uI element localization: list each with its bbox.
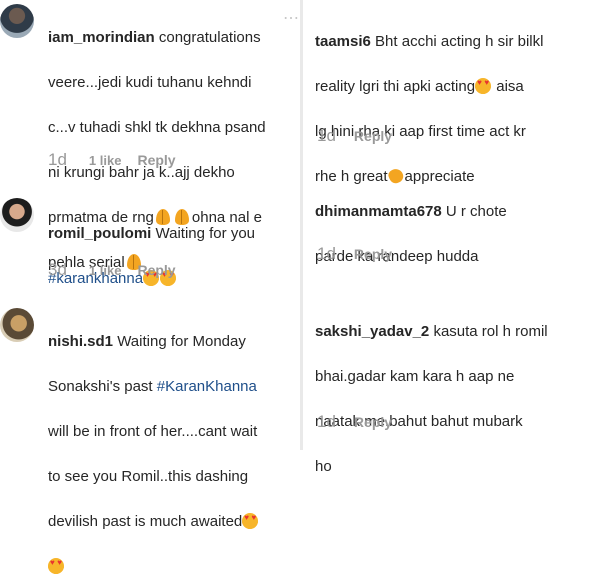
comment-line: Sonakshi's past: [48, 377, 153, 395]
comment-line: Waiting for Monday: [117, 332, 246, 350]
comment-likes[interactable]: 1 like: [89, 153, 122, 168]
comment-text: nishi.sd1 Waiting for Monday Sonakshi's …: [48, 308, 298, 578]
comment-username[interactable]: sakshi_yadav_2: [315, 323, 429, 340]
comment-username[interactable]: dhimanmamta678: [315, 203, 442, 220]
comment-item: taamsi6 Bht acchi acting h sir bilkl rea…: [303, 0, 600, 185]
comment-meta: 3d 1 like Reply: [48, 260, 176, 280]
comment-timestamp: 3d: [48, 260, 67, 279]
heart-eyes-emoji-icon: [475, 77, 492, 94]
comment-line: congratulations: [158, 28, 261, 46]
avatar[interactable]: [0, 308, 34, 342]
heart-eyes-emoji-icon: [242, 512, 259, 529]
comment-line: to see you Romil..this dashing: [48, 467, 249, 485]
reply-button[interactable]: Reply: [354, 128, 392, 144]
comment-item: nishi.sd1 Waiting for Monday Sonakshi's …: [0, 300, 300, 574]
comment-meta: 1d Reply: [317, 412, 392, 432]
comment-timestamp: 1d: [317, 412, 336, 431]
comment-username[interactable]: iam_morindian: [48, 29, 155, 46]
comment-item: romil_poulomi Waiting for you #karankhan…: [0, 190, 300, 290]
comment-timestamp: 1d: [317, 244, 336, 263]
comment-item: sakshi_yadav_2 kasuta rol h romil bhai.g…: [303, 292, 600, 475]
comment-timestamp: 1d: [48, 150, 67, 169]
comment-line: will be in front of her....cant wait: [48, 422, 258, 440]
comment-line: Waiting for you: [155, 224, 256, 242]
right-comment-column: taamsi6 Bht acchi acting h sir bilkl rea…: [303, 0, 600, 475]
reply-button[interactable]: Reply: [137, 262, 175, 278]
comment-username[interactable]: nishi.sd1: [48, 333, 113, 350]
comment-text: sakshi_yadav_2 kasuta rol h romil bhai.g…: [315, 298, 600, 478]
hashtag-link[interactable]: #KaranKhanna: [157, 378, 257, 395]
comment-line: U r chote: [445, 202, 507, 220]
comment-line: veere...jedi kudi tuhanu kehndi: [48, 73, 252, 91]
comment-line: kasuta rol h romil: [433, 322, 548, 340]
comment-text: taamsi6 Bht acchi acting h sir bilkl rea…: [315, 8, 600, 188]
comment-line: aisa: [496, 77, 524, 95]
more-dots-icon[interactable]: ⋯: [283, 8, 300, 28]
avatar[interactable]: [0, 198, 34, 232]
comment-meta: 1d 1 like Reply: [48, 150, 176, 170]
comment-item: dhimanmamta678 U r chote parde ka randee…: [303, 172, 600, 272]
comment-line: Bht acchi acting h sir bilkl: [375, 32, 544, 50]
comment-line: reality lgri thi apki acting: [315, 77, 476, 95]
comment-item: iam_morindian congratulations veere...je…: [0, 0, 300, 271]
comment-likes[interactable]: 1 like: [89, 263, 122, 278]
heart-eyes-emoji-icon: [48, 557, 64, 574]
comment-line: c...v tuhadi shkl tk dekhna psand: [48, 118, 266, 136]
reply-button[interactable]: Reply: [354, 414, 392, 430]
avatar[interactable]: [0, 4, 34, 38]
comment-line: bhai.gadar kam kara h aap ne: [315, 367, 515, 385]
comment-line: devilish past is much awaited: [48, 512, 243, 530]
comment-timestamp: 1d: [317, 126, 336, 145]
comment-username[interactable]: taamsi6: [315, 33, 371, 50]
comment-meta: 1d Reply: [317, 244, 392, 264]
comment-username[interactable]: romil_poulomi: [48, 225, 151, 242]
comment-line: ho: [315, 457, 332, 475]
reply-button[interactable]: Reply: [354, 246, 392, 262]
comment-meta: 1d Reply: [317, 126, 392, 146]
reply-button[interactable]: Reply: [137, 152, 175, 168]
left-comment-column: iam_morindian congratulations veere...je…: [0, 0, 300, 574]
